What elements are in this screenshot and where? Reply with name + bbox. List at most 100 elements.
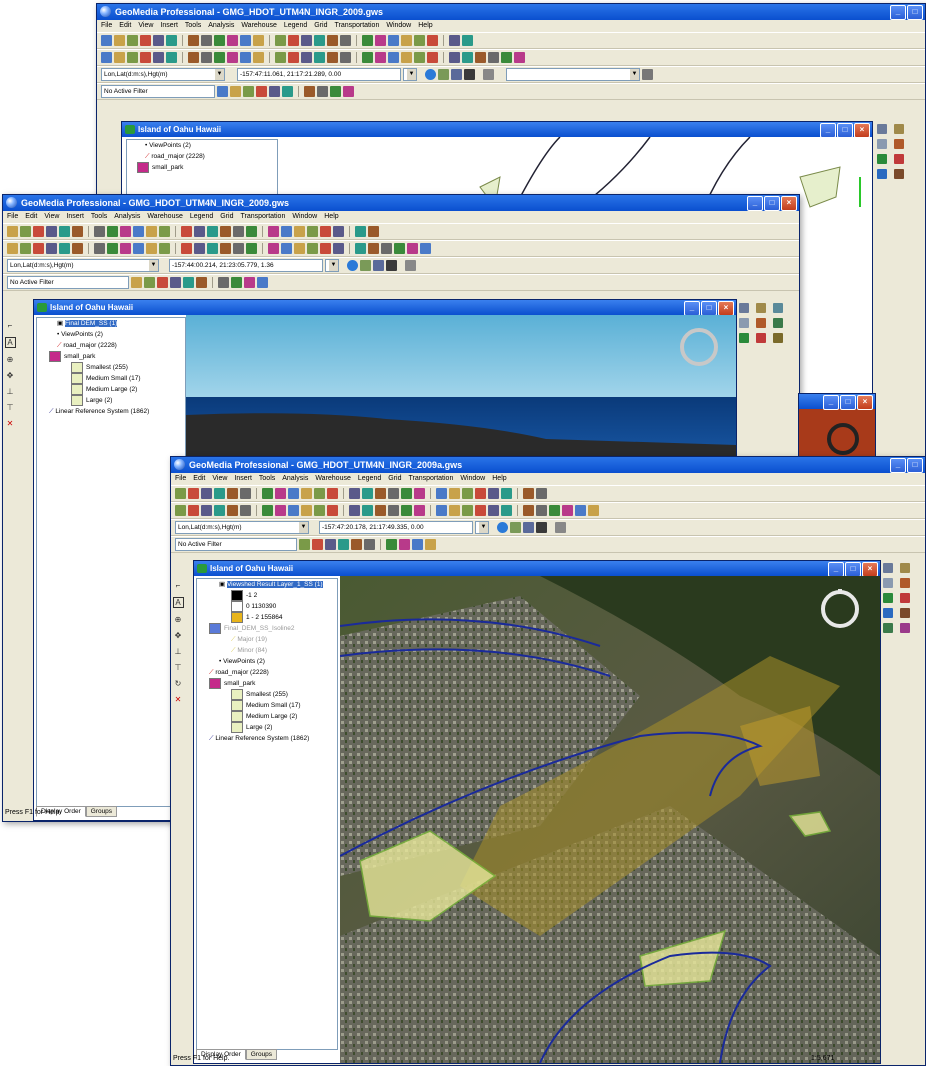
- insert-icon[interactable]: ⊤: [6, 403, 15, 412]
- toolbar-icon[interactable]: [140, 52, 151, 63]
- toolbar-icon[interactable]: [269, 86, 280, 97]
- minimize-button[interactable]: _: [684, 301, 700, 316]
- toolbar-icon[interactable]: [7, 226, 18, 237]
- toolbar-icon[interactable]: [330, 86, 341, 97]
- toolbar-icon[interactable]: [449, 52, 460, 63]
- toolbar-icon[interactable]: [268, 226, 279, 237]
- toolbar-icon[interactable]: [207, 243, 218, 254]
- legend-item[interactable]: ⟋ Linear Reference System (1862): [37, 406, 185, 417]
- legend-item[interactable]: Smallest (255): [197, 689, 337, 700]
- toolbar-icon[interactable]: [244, 277, 255, 288]
- menu-window[interactable]: Window: [386, 20, 411, 32]
- toolbar-icon[interactable]: [227, 35, 238, 46]
- arrow-icon[interactable]: [536, 522, 547, 533]
- menu-analysis[interactable]: Analysis: [282, 473, 308, 485]
- tool-icon[interactable]: [756, 333, 766, 343]
- toolbar-icon[interactable]: [268, 243, 279, 254]
- toolbar-icon[interactable]: [288, 488, 299, 499]
- coord-dropdown[interactable]: ▼: [475, 521, 489, 534]
- toolbar-icon[interactable]: [107, 226, 118, 237]
- tool-icon[interactable]: [894, 154, 904, 164]
- tab-groups[interactable]: Groups: [245, 1049, 278, 1060]
- menu-insert[interactable]: Insert: [160, 20, 178, 32]
- toolbar-icon[interactable]: [562, 505, 573, 516]
- toolbar-icon[interactable]: [20, 226, 31, 237]
- toolbar-icon[interactable]: [240, 505, 251, 516]
- close-button[interactable]: ×: [857, 395, 873, 410]
- close-button[interactable]: ×: [854, 123, 870, 138]
- toolbar-icon[interactable]: [401, 35, 412, 46]
- insert-icon[interactable]: ⊤: [174, 663, 183, 672]
- text-icon[interactable]: A: [172, 597, 184, 608]
- tool-icon[interactable]: [756, 318, 766, 328]
- toolbar-icon[interactable]: [338, 539, 349, 550]
- toolbar-icon[interactable]: [343, 86, 354, 97]
- toolbar-icon[interactable]: [375, 488, 386, 499]
- toolbar-icon[interactable]: [144, 277, 155, 288]
- tool-icon[interactable]: [900, 578, 910, 588]
- coord-system-select[interactable]: Lon,Lat(d:m:s),Hgt(m) ▼: [175, 521, 309, 534]
- toolbar-icon[interactable]: [166, 35, 177, 46]
- tool-icon[interactable]: [894, 124, 904, 134]
- toolbar-icon[interactable]: [314, 35, 325, 46]
- globe-icon[interactable]: [425, 69, 436, 80]
- toolbar-icon[interactable]: [320, 243, 331, 254]
- delete-icon[interactable]: ✕: [174, 695, 183, 704]
- toolbar-icon[interactable]: [575, 505, 586, 516]
- measure-icon[interactable]: ⊥: [6, 387, 15, 396]
- toolbar-icon[interactable]: [462, 505, 473, 516]
- title-bar[interactable]: GeoMedia Professional - GMG_HDOT_UTM4N_I…: [171, 457, 925, 473]
- toolbar-icon[interactable]: [475, 505, 486, 516]
- toolbar-icon[interactable]: [294, 226, 305, 237]
- tool-icon[interactable]: [900, 623, 910, 633]
- toolbar-icon[interactable]: [588, 505, 599, 516]
- tool-icon[interactable]: [883, 608, 893, 618]
- toolbar-icon[interactable]: [275, 35, 286, 46]
- toolbar-icon[interactable]: [340, 35, 351, 46]
- toolbar-icon[interactable]: [246, 243, 257, 254]
- toolbar-icon[interactable]: [207, 226, 218, 237]
- layout-icon[interactable]: [405, 260, 416, 271]
- menu-file[interactable]: File: [175, 473, 186, 485]
- toolbar-icon[interactable]: [59, 226, 70, 237]
- snap-icon[interactable]: [451, 69, 462, 80]
- delete-icon[interactable]: ✕: [6, 419, 15, 428]
- coord-dropdown[interactable]: ▼: [403, 68, 417, 81]
- toolbar-icon[interactable]: [133, 243, 144, 254]
- tool-icon[interactable]: [900, 563, 910, 573]
- pan-icon[interactable]: ✥: [174, 631, 183, 640]
- toolbar-icon[interactable]: [275, 488, 286, 499]
- map-view[interactable]: [799, 409, 875, 459]
- menu-warehouse[interactable]: Warehouse: [147, 211, 183, 223]
- toolbar-icon[interactable]: [146, 226, 157, 237]
- toolbar-icon[interactable]: [175, 505, 186, 516]
- toolbar-icon[interactable]: [327, 505, 338, 516]
- tool-icon[interactable]: [900, 608, 910, 618]
- toolbar-icon[interactable]: [72, 243, 83, 254]
- toolbar-icon[interactable]: [288, 35, 299, 46]
- toolbar-icon[interactable]: [355, 226, 366, 237]
- menu-warehouse[interactable]: Warehouse: [315, 473, 351, 485]
- pointer-icon[interactable]: ⌐: [6, 321, 15, 330]
- toolbar-icon[interactable]: [262, 488, 273, 499]
- toolbar-icon[interactable]: [407, 243, 418, 254]
- toolbar-icon[interactable]: [220, 243, 231, 254]
- toolbar-icon[interactable]: [194, 226, 205, 237]
- coord-dropdown[interactable]: ▼: [325, 259, 339, 272]
- toolbar-icon[interactable]: [114, 52, 125, 63]
- legend-item[interactable]: Medium Small (17): [197, 700, 337, 711]
- close-button[interactable]: ×: [718, 301, 734, 316]
- toolbar-icon[interactable]: [131, 277, 142, 288]
- menu-view[interactable]: View: [138, 20, 153, 32]
- toolbar-icon[interactable]: [218, 277, 229, 288]
- window-front[interactable]: GeoMedia Professional - GMG_HDOT_UTM4N_I…: [170, 456, 926, 1066]
- filter-status[interactable]: No Active Filter: [175, 538, 297, 551]
- toolbar-icon[interactable]: [401, 505, 412, 516]
- toolbar-icon[interactable]: [449, 505, 460, 516]
- toolbar-icon[interactable]: [256, 86, 267, 97]
- snap-icon[interactable]: [373, 260, 384, 271]
- measure-icon[interactable]: ⊥: [174, 647, 183, 656]
- pointer-icon[interactable]: ⌐: [174, 581, 183, 590]
- toolbar-icon[interactable]: [120, 243, 131, 254]
- toolbar-icon[interactable]: [240, 488, 251, 499]
